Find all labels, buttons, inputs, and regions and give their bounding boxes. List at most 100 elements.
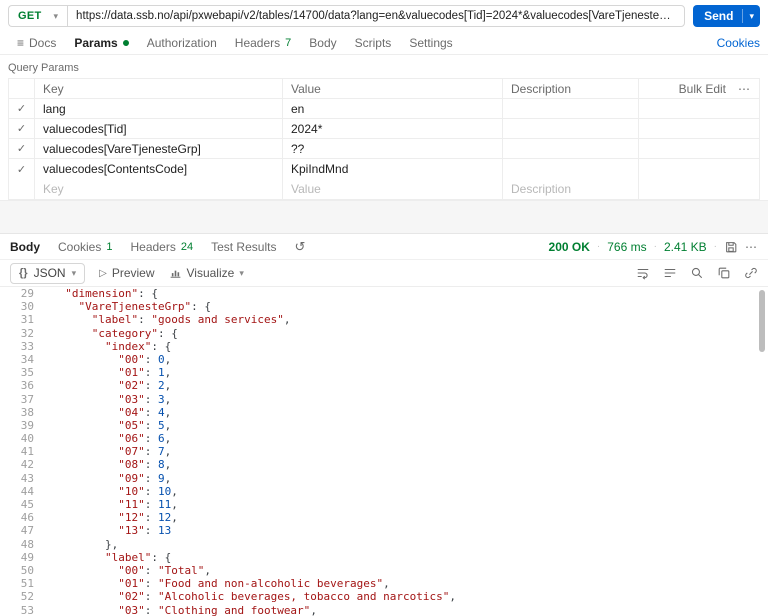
query-params-title: Query Params [8, 62, 79, 74]
pane-resize-handle[interactable] [0, 200, 768, 234]
copy-icon[interactable] [717, 266, 731, 280]
response-tab-cookies[interactable]: Cookies 1 [58, 240, 112, 254]
line-number: 49 [20, 550, 34, 564]
param-value-input[interactable]: ?? [283, 139, 503, 158]
tab-scripts[interactable]: Scripts [346, 32, 401, 54]
tab-headers[interactable]: Headers 7 [226, 32, 300, 54]
param-row[interactable]: ✓ valuecodes[ContentsCode] KpiIndMnd [9, 159, 759, 179]
param-value-input[interactable]: en [283, 99, 503, 118]
method-select[interactable]: GET ▾ [8, 5, 68, 27]
format-label: JSON [33, 266, 66, 280]
select-all-cell[interactable] [9, 79, 35, 98]
line-number: 43 [20, 471, 34, 485]
tab-authorization-label: Authorization [146, 36, 217, 50]
param-enabled-checkbox[interactable]: ✓ [9, 119, 35, 138]
tab-scripts-label: Scripts [354, 36, 392, 50]
wrap-text-icon[interactable] [636, 266, 650, 280]
line-number: 38 [20, 405, 34, 419]
line-number: 39 [20, 418, 34, 432]
param-value-input[interactable]: KpiIndMnd [283, 159, 503, 179]
send-button[interactable]: Send ▾ [693, 5, 760, 27]
param-row[interactable]: ✓ valuecodes[Tid] 2024* [9, 119, 759, 139]
param-key-input[interactable]: lang [35, 99, 283, 118]
checkmark-icon: ✓ [16, 143, 27, 155]
tab-authorization[interactable]: Authorization [138, 32, 226, 54]
response-more-menu-icon[interactable]: ⋯ [745, 240, 758, 254]
format-chevron-icon: ▾ [71, 267, 77, 278]
visualize-icon [169, 267, 182, 280]
tab-body[interactable]: Body [300, 32, 345, 54]
cookies-link[interactable]: Cookies [717, 36, 760, 50]
code-line: }, [52, 537, 119, 551]
response-tab-body[interactable]: Body [10, 240, 40, 254]
response-tab-body-label: Body [10, 239, 40, 254]
param-row[interactable]: ✓ valuecodes[VareTjenesteGrp]?? [9, 139, 759, 159]
param-key-input[interactable]: valuecodes[ContentsCode] [35, 159, 283, 179]
tab-params[interactable]: Params [65, 32, 137, 54]
new-value-input[interactable]: Value [283, 179, 503, 199]
scrollbar-thumb[interactable] [759, 290, 765, 352]
request-tabs: ≡ Docs Params Authorization Headers 7 Bo… [0, 32, 768, 55]
param-description-input[interactable] [503, 159, 639, 179]
param-enabled-checkbox[interactable]: ✓ [9, 139, 35, 158]
new-key-input[interactable]: Key [35, 179, 283, 199]
params-table: Key Value Description Bulk Edit ⋯ ✓ lang e… [8, 78, 760, 200]
code-line: "02": "Alcoholic beverages, tobacco and … [118, 590, 457, 604]
send-label: Send [704, 9, 734, 23]
response-tab-headers-label: Headers [130, 239, 176, 254]
vertical-scrollbar[interactable] [758, 290, 766, 613]
tab-params-label: Params [74, 36, 118, 50]
response-body-viewer[interactable]: 29 30 31 32 33 34 35 36 37 38 39 40 41 42 43 44 45 46 47 48… [0, 287, 768, 616]
search-icon[interactable] [690, 266, 704, 280]
param-key-input[interactable]: valuecodes[VareTjenesteGrp] [35, 139, 283, 158]
response-headers-count-badge: 24 [180, 240, 194, 253]
preview-button[interactable]: ▷ Preview [99, 266, 154, 280]
tab-docs[interactable]: ≡ Docs [8, 32, 65, 54]
code-content[interactable]: "dimension": { "VareTjenesteGrp": { "lab… [46, 287, 768, 616]
table-more-options-icon[interactable]: ⋯ [738, 82, 751, 96]
code-line: "05": 5, [118, 418, 172, 432]
response-tab-test-results-label: Test Results [211, 239, 277, 254]
param-row[interactable]: ✓ lang en [9, 99, 759, 119]
save-response-icon[interactable] [724, 240, 738, 254]
param-enabled-checkbox[interactable]: ✓ [9, 159, 35, 179]
bulk-edit-cell: Bulk Edit ⋯ [639, 79, 759, 98]
history-icon[interactable]: ↺ [294, 239, 305, 255]
param-new-row[interactable]: Key Value Description [9, 179, 759, 199]
code-line: "label": "goods and services", [91, 313, 291, 327]
new-param-checkbox-cell [9, 179, 35, 199]
tab-settings[interactable]: Settings [400, 32, 461, 54]
code-line: "01": 1, [118, 366, 172, 380]
url-input[interactable]: https://data.ssb.no/api/pxwebapi/v2/tabl… [67, 5, 686, 27]
visualize-button[interactable]: Visualize ▾ [169, 266, 244, 280]
param-description-input[interactable] [503, 139, 639, 158]
key-column-header: Key [35, 79, 283, 98]
code-tool-icons [636, 266, 758, 280]
code-line: "11": 11, [118, 498, 178, 511]
response-tab-test-results[interactable]: Test Results [211, 240, 276, 254]
new-description-input[interactable]: Description [503, 179, 639, 199]
checkmark-icon: ✓ [16, 103, 27, 115]
format-lines-icon[interactable] [663, 266, 677, 280]
braces-icon: {} [19, 267, 28, 279]
param-description-input[interactable] [503, 99, 639, 118]
param-description-input[interactable] [503, 119, 639, 138]
format-select[interactable]: {} JSON ▾ [10, 262, 86, 284]
response-time: 766 ms [607, 239, 647, 254]
line-number: 33 [20, 339, 34, 353]
response-tab-headers[interactable]: Headers 24 [130, 240, 193, 254]
param-value-input[interactable]: 2024* [283, 119, 503, 138]
param-key-input[interactable]: valuecodes[Tid] [35, 119, 283, 138]
param-enabled-checkbox[interactable]: ✓ [9, 99, 35, 118]
response-panel: Body Cookies 1 Headers 24 Test Results ↺… [0, 234, 768, 616]
separator-dot: · [653, 241, 657, 252]
link-icon[interactable] [744, 266, 758, 280]
method-label: GET [18, 10, 42, 22]
response-meta: 200 OK · 766 ms · 2.41 KB · ⋯ [549, 240, 758, 254]
preview-label: Preview [111, 266, 155, 280]
send-options-chevron-icon[interactable]: ▾ [743, 11, 760, 21]
code-line: "02": 2, [118, 379, 172, 393]
line-number: 44 [20, 484, 34, 498]
new-row-end-cell [639, 179, 759, 199]
bulk-edit-button[interactable]: Bulk Edit [679, 82, 726, 96]
